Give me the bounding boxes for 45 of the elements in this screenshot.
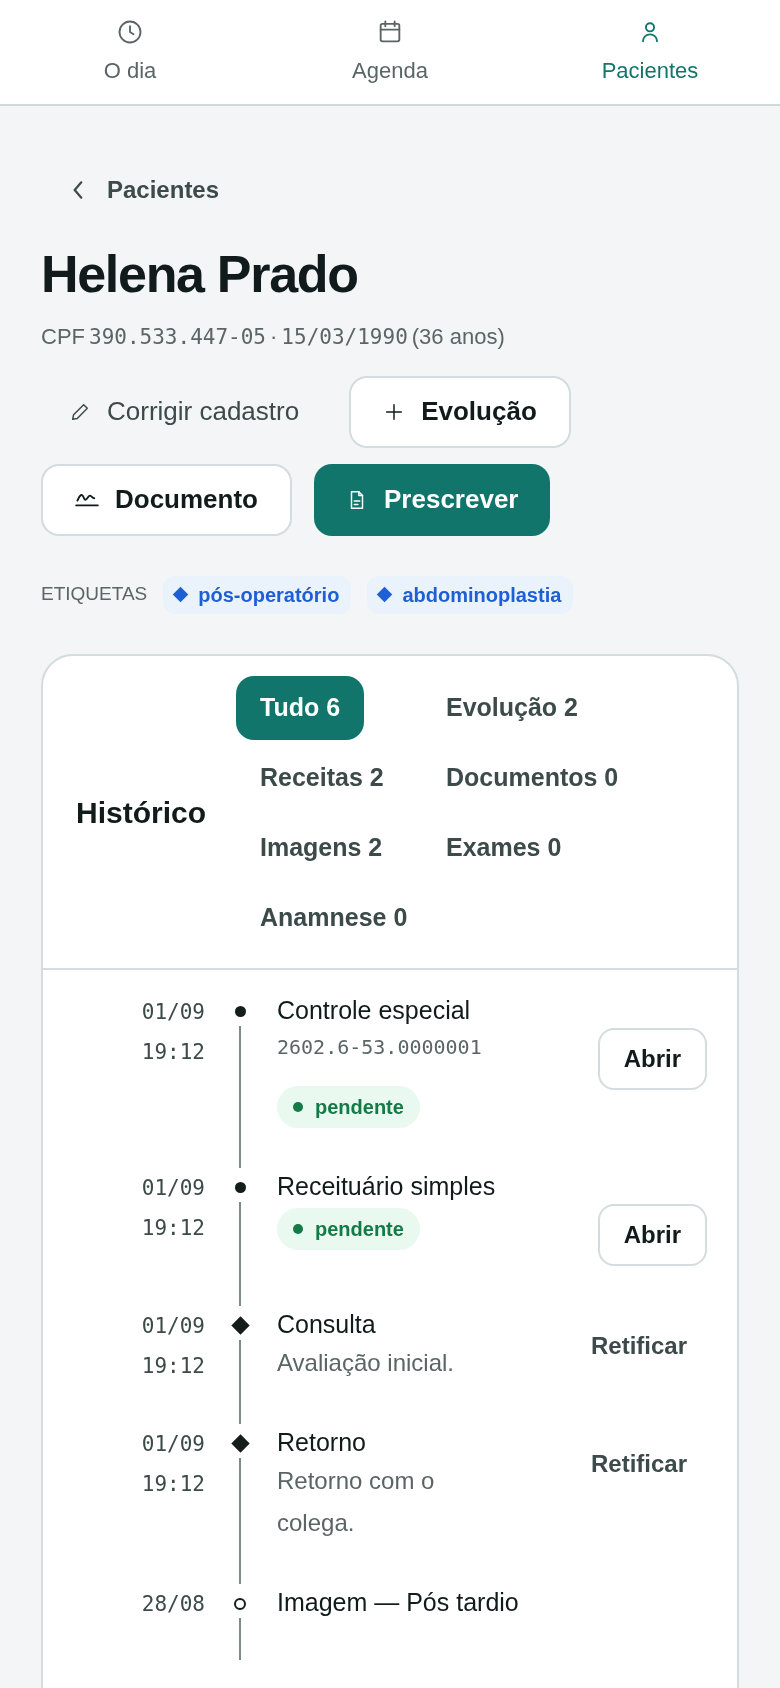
entry-date: 01/09 — [141, 1312, 205, 1340]
status-badge: pendente — [277, 1085, 420, 1128]
nav-tab[interactable]: O dia — [0, 0, 260, 104]
entry-date: 01/09 — [141, 1430, 205, 1458]
tag-chip[interactable]: abdominoplastia — [367, 575, 574, 614]
filter-tab[interactable]: Imagens 2 — [236, 815, 407, 880]
entry-date: 01/09 — [141, 1174, 205, 1202]
nav-tab[interactable]: Agenda — [260, 0, 520, 104]
nav-tab[interactable]: Pacientes — [520, 0, 780, 104]
tags-label: ETIQUETAS — [41, 582, 148, 607]
entry-note: Retorno com o colega. — [277, 1465, 436, 1538]
entry-title: Imagem — Pós tardio — [277, 1586, 519, 1618]
entry-time: 19:12 — [141, 1214, 205, 1242]
filter-tab[interactable]: Receitas 2 — [236, 745, 408, 810]
back-link[interactable]: Pacientes — [69, 172, 220, 208]
signature-icon — [75, 492, 99, 507]
entry-time: 19:12 — [141, 1470, 205, 1498]
status-badge: pendente — [277, 1207, 420, 1250]
history-title: Histórico — [75, 795, 208, 831]
action-button[interactable]: Documento — [41, 463, 292, 536]
rectify-link[interactable]: Retificar — [590, 1445, 687, 1482]
entry-time: 19:12 — [141, 1352, 205, 1380]
rectify-link[interactable]: Retificar — [590, 1327, 687, 1364]
entry-title: Controle especial — [277, 994, 471, 1026]
filter-tab[interactable]: Exames 0 — [422, 815, 586, 880]
action-button[interactable]: Evolução — [349, 375, 571, 448]
patient-info: CPF 390.533.447-05 · 15/03/1990 (36 anos) — [41, 323, 506, 351]
entry-time: 19:12 — [141, 1038, 205, 1066]
action-button[interactable]: Prescrever — [314, 463, 551, 536]
open-button[interactable]: Abrir — [597, 1027, 707, 1090]
entry-code: 2602.6-53.0000001 — [277, 1033, 482, 1061]
patient-name: Helena Prado — [41, 248, 359, 300]
entry-date: 28/08 — [141, 1590, 205, 1618]
filter-tab[interactable]: Tudo 6 — [236, 675, 365, 740]
entry-title: Receituário simples — [277, 1170, 496, 1202]
tag-chip[interactable]: pós-operatório — [163, 575, 352, 614]
entry-title: Retorno — [277, 1426, 366, 1458]
entry-note: Avaliação inicial. — [277, 1347, 455, 1378]
open-button[interactable]: Abrir — [597, 1203, 707, 1266]
action-button[interactable]: Corrigir cadastro — [41, 376, 328, 447]
filter-tab[interactable]: Documentos 0 — [422, 745, 643, 810]
entry-title: Consulta — [277, 1308, 376, 1340]
filter-tab[interactable]: Anamnese 0 — [236, 885, 432, 950]
filter-tab[interactable]: Evolução 2 — [422, 675, 602, 740]
entry-date: 01/09 — [141, 998, 205, 1026]
